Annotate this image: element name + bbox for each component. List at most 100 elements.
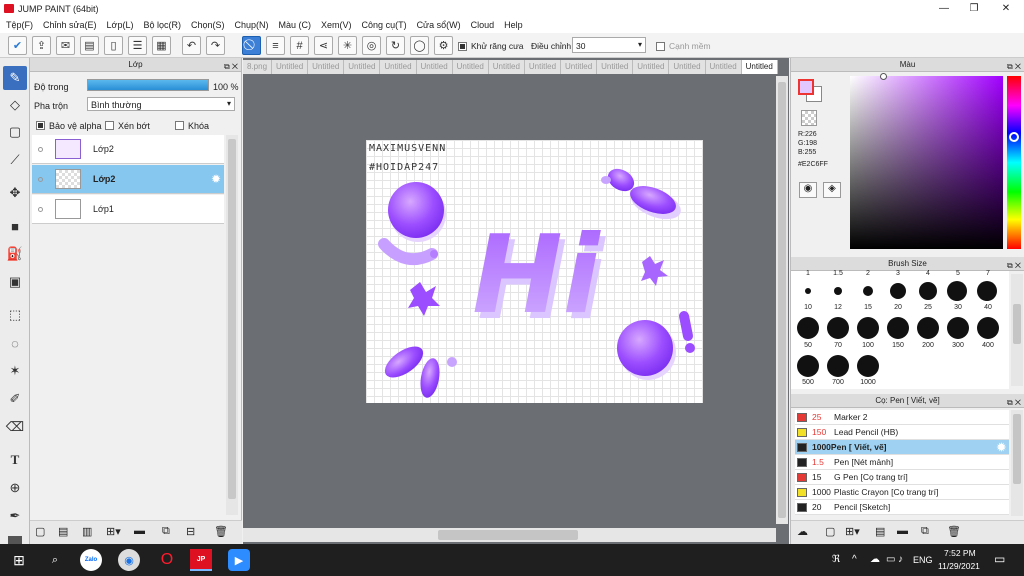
tab-document[interactable]: Untitled xyxy=(488,60,525,74)
minimize-icon[interactable]: — xyxy=(928,0,960,17)
opera-app-icon[interactable]: O xyxy=(156,549,178,571)
lasso-select-icon[interactable]: ◌ xyxy=(3,331,27,355)
menu-help[interactable]: Help xyxy=(504,20,523,30)
brush-item[interactable]: 25 Marker 2 xyxy=(795,410,1009,425)
visibility-icon[interactable] xyxy=(38,146,43,152)
tab-document-active[interactable]: Untitled xyxy=(741,60,778,74)
line-tool-icon[interactable]: ⟋ xyxy=(3,148,27,172)
notification-icon[interactable]: ▭ xyxy=(994,552,1005,566)
snap-radial-icon[interactable]: ✳ xyxy=(338,36,357,55)
share-icon[interactable]: ⇪ xyxy=(32,36,51,55)
clock-date[interactable]: 11/29/2021 xyxy=(938,561,980,571)
move-tool-icon[interactable]: ✥ xyxy=(3,181,27,205)
duplicate-brush-icon[interactable]: ⧉ xyxy=(921,525,929,538)
hue-slider-handle[interactable] xyxy=(1009,132,1019,142)
gear-icon[interactable]: ✹ xyxy=(211,172,221,186)
snap-ellipse-icon[interactable]: ◯ xyxy=(410,36,429,55)
pen-tool-icon[interactable]: ✎ xyxy=(3,66,27,90)
blend-select[interactable]: Bình thường ▾ xyxy=(87,97,235,111)
soft-edge-checkbox[interactable] xyxy=(656,41,665,52)
tab-document[interactable]: Untitled xyxy=(705,60,742,74)
lock-checkbox[interactable] xyxy=(175,120,184,131)
adjust-select[interactable]: 30 ▾ xyxy=(572,37,646,53)
brush-size-dot[interactable] xyxy=(919,282,937,300)
comment-icon[interactable]: ✉ xyxy=(56,36,75,55)
gear-icon[interactable]: ✹ xyxy=(997,441,1006,454)
add-layer-menu-icon[interactable]: ⊞▾ xyxy=(106,525,121,538)
menu-window[interactable]: Cửa sổ(W) xyxy=(417,20,461,30)
snap-off-icon[interactable]: ⃠ xyxy=(242,36,261,55)
visibility-icon[interactable] xyxy=(38,206,43,212)
brush-size-dot[interactable] xyxy=(947,281,967,301)
brush-item[interactable]: 1000 Plastic Crayon [Cọ trang trí] xyxy=(795,485,1009,500)
fill-rect-icon[interactable]: ■ xyxy=(3,214,27,238)
brush-item[interactable]: 20 Pencil [Sketch] xyxy=(795,500,1009,515)
brush-size-dot[interactable] xyxy=(797,355,819,377)
palette-icon[interactable]: ◉ xyxy=(799,182,817,198)
tab-document[interactable]: Untitled xyxy=(561,60,598,74)
menu-edit[interactable]: Chỉnh sửa(E) xyxy=(43,20,97,30)
list-icon[interactable]: ☰ xyxy=(128,36,147,55)
snap-circle-icon[interactable]: ◎ xyxy=(362,36,381,55)
brush-size-dot[interactable] xyxy=(805,288,811,294)
gradient-tool-icon[interactable]: ▣ xyxy=(3,270,27,294)
add-brush-menu-icon[interactable]: ⊞▾ xyxy=(845,525,860,538)
magic-wand-icon[interactable]: ✶ xyxy=(3,359,27,383)
trash-icon[interactable]: 🗑 xyxy=(214,525,228,538)
chrome-app-icon[interactable]: ◉ xyxy=(118,549,140,571)
menu-filter[interactable]: Bộ lọc(R) xyxy=(143,20,181,30)
bucket-tool-icon[interactable]: ⛽ xyxy=(3,242,27,266)
opacity-slider[interactable] xyxy=(87,79,209,91)
new-brush-icon[interactable]: ▢ xyxy=(825,525,835,538)
layer-scrollbar[interactable] xyxy=(226,135,238,515)
antialias-checkbox[interactable] xyxy=(458,41,467,52)
panel-close-icon[interactable]: ⧉ ✕ xyxy=(1007,60,1021,74)
menu-capture[interactable]: Chụp(N) xyxy=(235,20,269,30)
layer-row[interactable]: Lớp2 xyxy=(32,135,224,164)
transparent-color-swatch[interactable] xyxy=(801,110,817,126)
hue-slider[interactable] xyxy=(1007,76,1021,249)
menu-select[interactable]: Chọn(S) xyxy=(191,20,225,30)
volume-icon[interactable]: ♪ xyxy=(898,554,903,565)
brush-size-dot[interactable] xyxy=(887,317,909,339)
tab-document[interactable]: Untitled xyxy=(416,60,453,74)
settings-icon[interactable]: ⚙ xyxy=(434,36,453,55)
redo-icon[interactable]: ↷ xyxy=(206,36,225,55)
jump-paint-app-icon[interactable]: JP xyxy=(190,549,212,571)
brush-size-dot[interactable] xyxy=(827,355,849,377)
snap-grid-icon[interactable]: # xyxy=(290,36,309,55)
close-icon[interactable]: ✕ xyxy=(990,0,1022,17)
tab-document[interactable]: Untitled xyxy=(308,60,345,74)
visibility-icon[interactable] xyxy=(38,176,43,182)
cloud-sync-icon[interactable]: ✔ xyxy=(8,36,27,55)
tab-document[interactable]: Untitled xyxy=(597,60,634,74)
color-swatch-icon[interactable] xyxy=(8,536,22,544)
canvas-horizontal-scrollbar[interactable] xyxy=(243,528,776,542)
windows-start-icon[interactable]: ⊞ xyxy=(8,549,30,571)
brush-size-dot[interactable] xyxy=(917,317,939,339)
brush-size-dot[interactable] xyxy=(890,283,906,299)
merge-layer-icon[interactable]: ⊟ xyxy=(186,525,195,538)
chat-icon[interactable]: ▤ xyxy=(80,36,99,55)
trash-icon[interactable]: 🗑 xyxy=(947,525,961,538)
palette-edit-icon[interactable]: ◈ xyxy=(823,182,841,198)
tab-document[interactable]: Untitled xyxy=(380,60,417,74)
onedrive-icon[interactable]: ☁ xyxy=(870,554,880,565)
zalo-app-icon[interactable]: Zalo xyxy=(80,549,102,571)
select-eraser-icon[interactable]: ⌫ xyxy=(3,415,27,439)
rectangle-select-icon[interactable]: ▢ xyxy=(3,120,27,144)
undo-icon[interactable]: ↶ xyxy=(182,36,201,55)
tab-document[interactable]: Untitled xyxy=(272,60,309,74)
layer-row-selected[interactable]: Lớp2 ✹ xyxy=(32,165,224,194)
brush-tool-icon[interactable]: ✒ xyxy=(3,504,27,528)
menu-file[interactable]: Tệp(F) xyxy=(6,20,33,30)
menu-cloud[interactable]: Cloud xyxy=(471,20,495,30)
brush-size-dot[interactable] xyxy=(857,317,879,339)
brush-size-dot[interactable] xyxy=(947,317,969,339)
brush-item[interactable]: 1.5 Pen [Nét mảnh] xyxy=(795,455,1009,470)
menu-color[interactable]: Màu (C) xyxy=(279,20,312,30)
color-picker-area[interactable] xyxy=(850,73,1003,249)
search-icon[interactable]: ⌕ xyxy=(44,549,66,571)
clock-time[interactable]: 7:52 PM xyxy=(944,548,976,558)
layer-row[interactable]: Lớp1 xyxy=(32,195,224,224)
